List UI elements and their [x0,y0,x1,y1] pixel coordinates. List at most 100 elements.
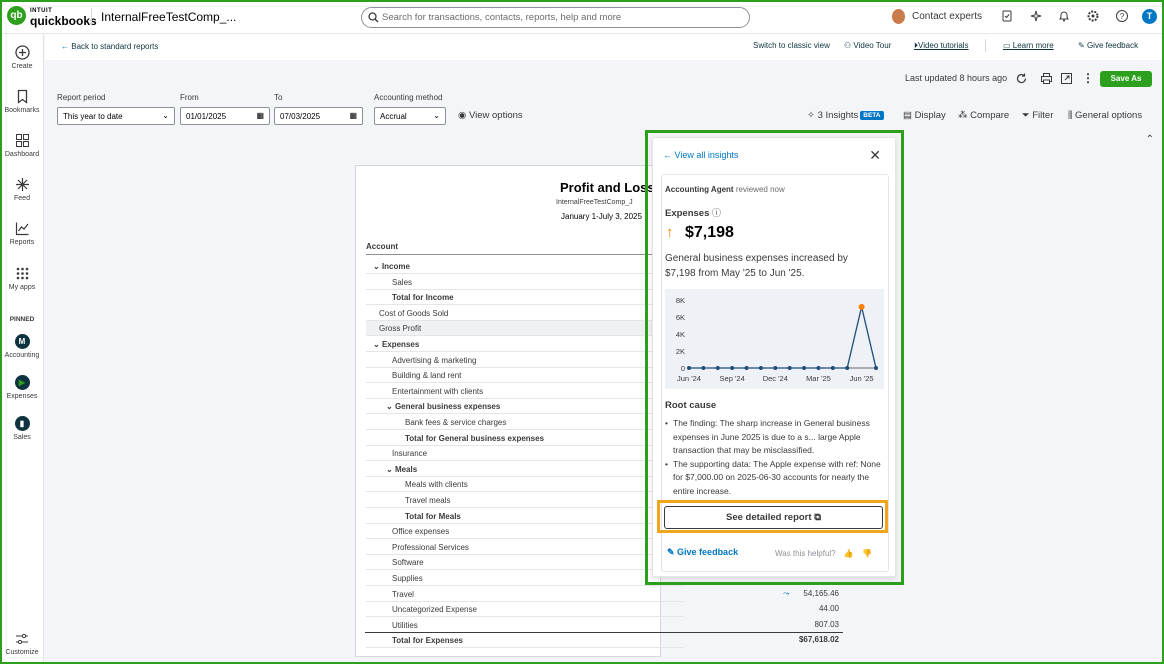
calendar-icon[interactable]: ▦ [349,111,357,120]
report-row[interactable]: Total for Income [366,290,684,306]
thumbs-down-icon[interactable]: 👎 [862,549,872,558]
data-point [830,366,835,370]
nav-bookmarks[interactable]: Bookmarks [0,89,44,114]
filter-button[interactable]: ⏷ Filter [1022,110,1053,121]
give-feedback-link[interactable]: ✎ Give feedback [1078,41,1138,50]
report-row[interactable]: Meals with clients [366,477,684,493]
row-amount[interactable]: 44.00 [780,604,839,613]
more-options-icon[interactable]: ⋮ [1082,71,1094,85]
info-icon[interactable]: ⓘ [712,208,721,218]
learn-more-label: Learn more [1012,41,1054,50]
highlight-point [858,303,865,310]
report-row[interactable]: Professional Services [366,540,684,555]
report-row[interactable]: Total for Expenses [366,633,684,649]
view-options-button[interactable]: ◉ View options [458,110,523,121]
nav-my-apps[interactable]: My apps [0,266,44,291]
report-row[interactable]: ⌄ Expenses [366,337,684,352]
nav-customize[interactable]: Customize [0,632,44,656]
row-label: Building & land rent [392,371,462,381]
nav-label: Accounting [4,352,40,359]
compare-button[interactable]: ⁂ Compare [958,110,1009,121]
report-row[interactable]: ⌄ Meals [366,462,684,477]
general-options-button[interactable]: ⫼ General options [1068,110,1142,121]
ai-sparkle-icon[interactable] [1029,9,1043,23]
nav-dashboard[interactable]: Dashboard [0,133,44,158]
row-amount[interactable]: 807.03 [780,620,839,629]
to-date-field[interactable]: 07/03/2025 ▦ [274,107,363,125]
nav-sales[interactable]: ▮ Sales [0,416,44,441]
search-input[interactable]: Search for transactions, contacts, repor… [361,7,750,28]
nav-accounting[interactable]: M Accounting [0,334,44,359]
accounting-method-select[interactable]: Accrual ⌄ [374,107,446,125]
quickbooks-logo-icon[interactable]: qb [7,6,26,25]
view-all-insights-link[interactable]: ← View all insights [663,150,738,160]
report-row[interactable]: Gross Profit [366,321,684,337]
print-icon[interactable] [1040,72,1053,85]
video-tour-label: Video Tour [853,41,892,50]
display-button[interactable]: ▤ Display [903,110,946,121]
video-tutorials-link[interactable]: ⏵Video tutorials [914,41,969,51]
row-label: Entertainment with clients [392,386,484,396]
export-icon[interactable] [1060,72,1073,85]
chevron-down-icon[interactable]: ⌄ [386,402,395,411]
nav-reports[interactable]: Reports [0,221,44,246]
row-amount[interactable]: 54,165.46 [780,589,839,598]
company-name[interactable]: InternalFreeTestComp_... [101,10,236,24]
nav-create[interactable]: Create [0,45,44,70]
report-row[interactable]: Office expenses [366,524,684,540]
x-tick-label: Sep '24 [720,374,745,383]
back-to-reports-link[interactable]: ← Back to standard reports [61,42,158,51]
brand-quickbooks: quickbooks [30,14,97,28]
thumbs-up-icon[interactable]: 👍 [844,549,854,558]
report-row[interactable]: Software [366,555,684,571]
report-row[interactable]: Uncategorized Expense [366,602,684,618]
report-row[interactable]: Total for Meals [366,509,684,524]
clipboard-icon[interactable] [1000,9,1014,23]
report-row[interactable]: Bank fees & service charges [366,415,684,430]
close-icon[interactable]: ✕ [869,147,881,164]
report-row[interactable]: ⌄ Income [366,259,684,274]
report-row[interactable]: Entertainment with clients [366,384,684,399]
report-row[interactable]: Cost of Goods Sold [366,306,684,321]
learn-more-link[interactable]: ▭ Learn more [1003,41,1054,50]
report-row[interactable]: Supplies [366,571,684,586]
bell-icon[interactable] [1057,9,1071,23]
user-avatar[interactable]: T [1142,9,1157,24]
report-row[interactable]: Insurance [366,446,684,462]
account-column-header[interactable]: Account [366,238,684,255]
nav-expenses[interactable]: ▶ Expenses [0,375,44,400]
report-row[interactable]: Advertising & marketing [366,353,684,368]
report-row[interactable]: Total for General business expenses [366,431,684,446]
report-row[interactable]: Utilities [366,618,684,633]
from-date-field[interactable]: 01/01/2025 ▦ [180,107,270,125]
insights-button[interactable]: ✧ 3 Insights BETA [807,110,884,121]
video-tour-link[interactable]: ⚇ Video Tour [844,41,891,50]
row-label: Travel meals [405,496,451,505]
row-amount[interactable]: $67,618.02 [780,635,839,644]
nav-feed[interactable]: Feed [0,177,44,202]
report-row[interactable]: Travel [366,587,684,602]
give-feedback-insight-link[interactable]: ✎ Give feedback [667,547,738,558]
report-row[interactable]: Travel meals [366,493,684,508]
gear-icon[interactable] [1086,9,1100,23]
chevron-down-icon[interactable]: ⌄ [386,465,395,474]
book-icon: ▭ [1003,41,1013,50]
calendar-icon[interactable]: ▦ [256,111,264,120]
switch-classic-link[interactable]: Switch to classic view [753,41,830,50]
dashboard-icon [15,134,29,147]
collapse-chevron-icon[interactable]: ⌃ [1146,134,1154,145]
report-row[interactable]: ⌄ General business expenses [366,399,684,415]
chevron-down-icon[interactable]: ⌄ [373,262,382,271]
see-detailed-report-button[interactable]: See detailed report ⧉ [664,506,883,529]
display-label: Display [914,110,946,121]
report-row[interactable]: Building & land rent [366,368,684,384]
report-row[interactable]: Sales [366,275,684,290]
contact-experts-link[interactable]: Contact experts [912,11,982,22]
chevron-down-icon[interactable]: ⌄ [373,340,382,349]
row-label: Travel [392,589,414,599]
expert-avatar [892,9,905,24]
refresh-icon[interactable] [1015,72,1028,85]
report-period-select[interactable]: This year to date ⌄ [57,107,175,125]
help-icon[interactable]: ? [1115,9,1129,23]
save-as-button[interactable]: Save As [1100,71,1152,87]
